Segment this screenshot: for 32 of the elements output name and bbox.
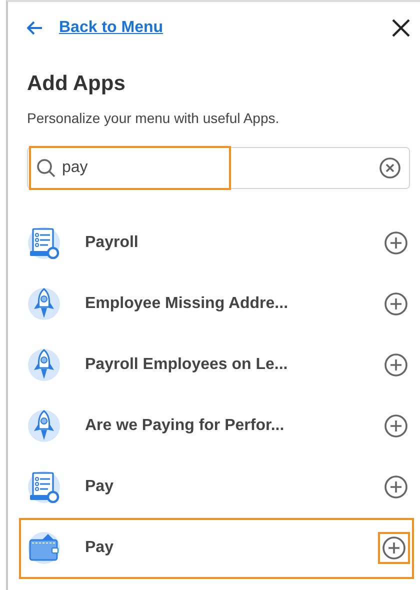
document-icon <box>27 470 61 504</box>
back-arrow-icon[interactable] <box>27 21 43 35</box>
wallet-icon <box>27 531 61 565</box>
add-button[interactable] <box>382 473 410 501</box>
app-name: Pay <box>85 477 114 497</box>
back-link[interactable]: Back to Menu <box>59 16 164 40</box>
clear-icon[interactable] <box>379 156 401 178</box>
app-row[interactable]: Pay <box>27 456 410 518</box>
document-icon <box>27 226 61 260</box>
app-row[interactable]: Pay <box>19 518 414 578</box>
add-button[interactable] <box>378 532 410 564</box>
app-name: Are we Paying for Perfor... <box>85 416 286 436</box>
add-button[interactable] <box>382 351 410 379</box>
page-subtitle: Personalize your menu with useful Apps. <box>27 108 280 128</box>
add-button[interactable] <box>382 290 410 318</box>
app-name: Pay <box>85 538 114 558</box>
app-name: Payroll Employees on Le... <box>85 355 289 375</box>
app-name: Employee Missing Addre... <box>85 294 290 314</box>
add-button[interactable] <box>382 412 410 440</box>
app-row[interactable]: Employee Missing Addre... <box>27 274 410 334</box>
app-row[interactable]: Are we Paying for Perfor... <box>27 396 410 456</box>
app-name: Payroll <box>85 233 140 253</box>
search-bar[interactable]: pay <box>27 146 410 188</box>
close-button[interactable] <box>392 19 410 37</box>
rocket-icon <box>27 348 61 382</box>
rocket-icon <box>27 287 61 321</box>
rocket-icon <box>27 409 61 443</box>
page-title: Add Apps <box>27 71 126 97</box>
app-row[interactable]: Payroll Employees on Le... <box>27 334 410 396</box>
add-button[interactable] <box>382 229 410 257</box>
search-icon <box>36 158 56 178</box>
app-row[interactable]: Payroll <box>27 212 410 274</box>
